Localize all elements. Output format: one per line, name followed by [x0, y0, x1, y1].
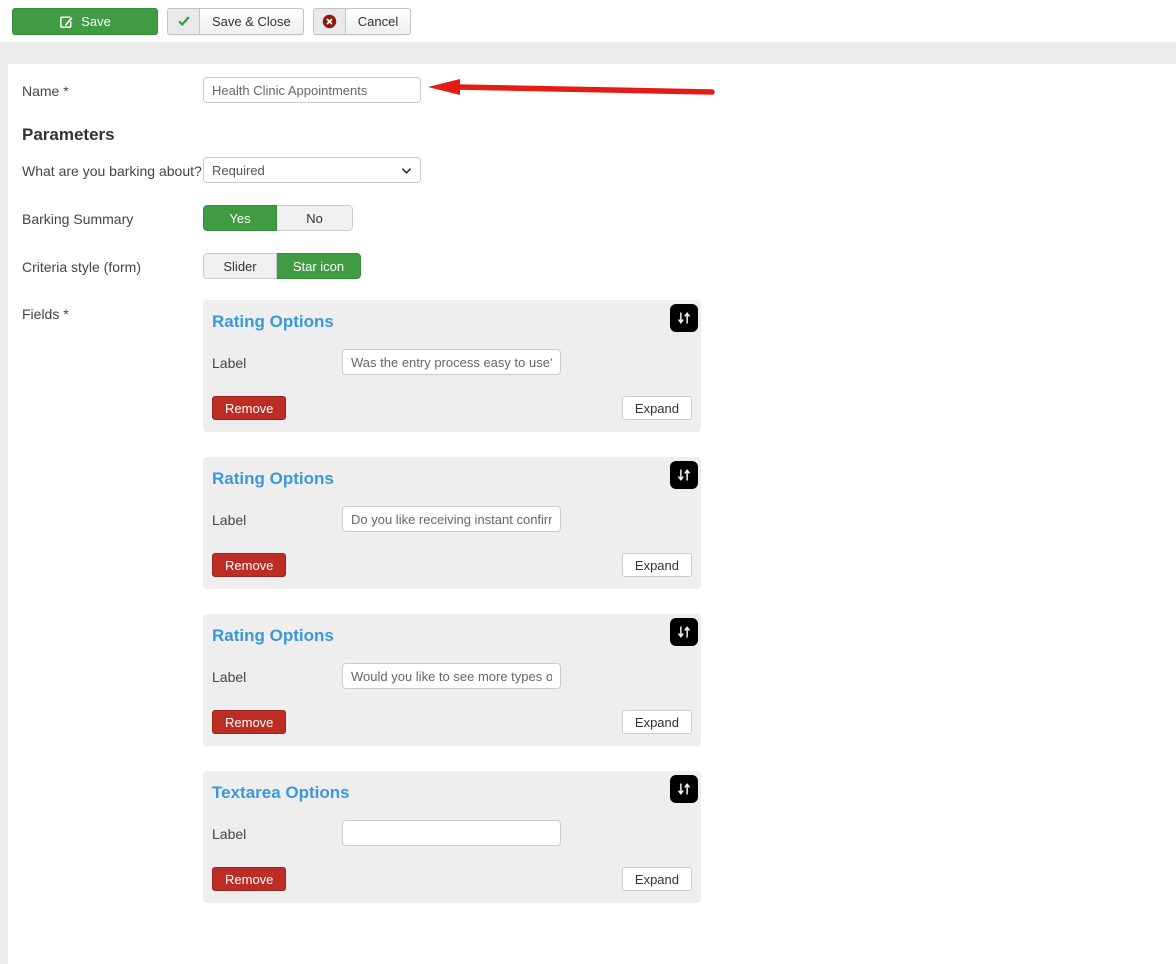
barking-about-label: What are you barking about?	[22, 157, 203, 181]
x-circle-icon	[314, 9, 346, 34]
card-buttons-row: Remove Expand	[212, 867, 692, 891]
card-title: Rating Options	[212, 312, 692, 332]
barking-summary-toggle: Yes No	[203, 205, 353, 231]
barking-summary-label: Barking Summary	[22, 205, 203, 229]
expand-button[interactable]: Expand	[622, 710, 692, 734]
criteria-style-label: Criteria style (form)	[22, 253, 203, 277]
fields-row: Fields * Rating Options Label Remove	[22, 300, 1176, 928]
card-label-row: Label	[212, 349, 692, 375]
card-buttons-row: Remove Expand	[212, 710, 692, 734]
down-up-arrows-icon	[673, 621, 695, 643]
card-buttons-row: Remove Expand	[212, 396, 692, 420]
yes-button[interactable]: Yes	[203, 205, 277, 231]
save-button-label: Save	[81, 14, 111, 29]
content-panel: Name * Parameters What are you barking a…	[8, 64, 1176, 964]
down-up-arrows-icon	[673, 307, 695, 329]
criteria-style-row: Criteria style (form) Slider Star icon	[22, 253, 1176, 279]
name-field-row: Name *	[22, 77, 1176, 103]
barking-about-row: What are you barking about? Required	[22, 157, 1176, 183]
reorder-handle[interactable]	[670, 461, 698, 489]
reorder-handle[interactable]	[670, 304, 698, 332]
barking-about-select[interactable]: Required	[203, 157, 421, 183]
card-title: Rating Options	[212, 469, 692, 489]
field-label: Label	[212, 820, 342, 844]
save-close-button[interactable]: Save & Close	[167, 8, 304, 35]
barking-summary-row: Barking Summary Yes No	[22, 205, 1176, 231]
remove-button[interactable]: Remove	[212, 710, 286, 734]
save-close-button-label: Save & Close	[200, 9, 303, 34]
reorder-handle[interactable]	[670, 775, 698, 803]
field-card: Rating Options Label Remove Expand	[203, 300, 701, 432]
field-label-input[interactable]	[342, 820, 561, 846]
card-label-row: Label	[212, 506, 692, 532]
card-label-row: Label	[212, 820, 692, 846]
slider-button[interactable]: Slider	[203, 253, 277, 279]
field-cards-list: Rating Options Label Remove Expand	[203, 300, 701, 928]
barking-about-selected-value: Required	[212, 163, 401, 178]
field-card: Rating Options Label Remove Expand	[203, 614, 701, 746]
star-icon-button[interactable]: Star icon	[277, 253, 361, 279]
field-card: Rating Options Label Remove Expand	[203, 457, 701, 589]
expand-button[interactable]: Expand	[622, 867, 692, 891]
toolbar: Save Save & Close Cancel	[0, 0, 1176, 42]
card-label-row: Label	[212, 663, 692, 689]
check-icon	[168, 9, 200, 34]
pencil-square-icon	[59, 14, 74, 29]
field-label: Label	[212, 349, 342, 373]
cancel-button-label: Cancel	[346, 9, 410, 34]
remove-button[interactable]: Remove	[212, 867, 286, 891]
no-button[interactable]: No	[277, 205, 353, 231]
card-buttons-row: Remove Expand	[212, 553, 692, 577]
field-label-input[interactable]	[342, 506, 561, 532]
field-label-input[interactable]	[342, 349, 561, 375]
expand-button[interactable]: Expand	[622, 553, 692, 577]
fields-label: Fields *	[22, 300, 203, 324]
field-card: Textarea Options Label Remove Expand	[203, 771, 701, 903]
remove-button[interactable]: Remove	[212, 396, 286, 420]
parameters-heading: Parameters	[22, 125, 1176, 145]
name-label: Name *	[22, 77, 203, 101]
reorder-handle[interactable]	[670, 618, 698, 646]
card-title: Rating Options	[212, 626, 692, 646]
card-title: Textarea Options	[212, 783, 692, 803]
field-label: Label	[212, 506, 342, 530]
chevron-down-icon	[401, 165, 412, 176]
down-up-arrows-icon	[673, 464, 695, 486]
remove-button[interactable]: Remove	[212, 553, 286, 577]
down-up-arrows-icon	[673, 778, 695, 800]
name-input[interactable]	[203, 77, 421, 103]
cancel-button[interactable]: Cancel	[313, 8, 411, 35]
save-button[interactable]: Save	[12, 8, 158, 35]
field-label-input[interactable]	[342, 663, 561, 689]
field-label: Label	[212, 663, 342, 687]
expand-button[interactable]: Expand	[622, 396, 692, 420]
criteria-style-toggle: Slider Star icon	[203, 253, 361, 279]
